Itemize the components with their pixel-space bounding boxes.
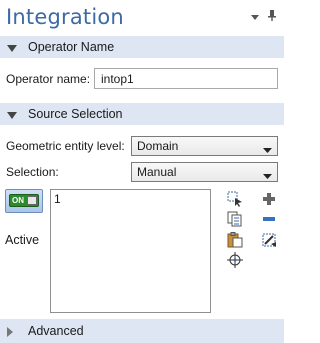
active-toggle[interactable]: ON	[5, 189, 43, 213]
select-box-icon[interactable]	[226, 190, 244, 208]
panel-header: Integration	[0, 0, 284, 36]
clear-selection-icon[interactable]	[260, 231, 278, 249]
list-item[interactable]: 1	[54, 192, 61, 206]
dropdown-arrow-icon[interactable]	[251, 10, 259, 24]
chevron-down-icon	[263, 143, 272, 157]
active-label: Active	[5, 233, 40, 247]
pin-icon[interactable]	[268, 10, 276, 24]
add-icon[interactable]	[260, 190, 278, 208]
entity-level-select[interactable]: Domain	[131, 136, 278, 156]
toggle-knob	[27, 196, 37, 205]
copy-selection-icon[interactable]	[226, 210, 244, 228]
section-label: Advanced	[28, 324, 84, 338]
entity-level-value: Domain	[137, 139, 179, 153]
section-label: Source Selection	[28, 107, 123, 121]
header-controls	[251, 10, 276, 24]
selection-label: Selection:	[6, 165, 59, 179]
operator-name-input[interactable]	[94, 68, 278, 89]
zoom-to-selection-icon[interactable]	[226, 251, 244, 269]
selection-select[interactable]: Manual	[131, 162, 278, 182]
section-advanced[interactable]: Advanced	[0, 319, 284, 343]
entity-level-label: Geometric entity level:	[6, 139, 125, 153]
chevron-down-icon	[7, 42, 17, 56]
section-source-selection[interactable]: Source Selection	[0, 103, 284, 125]
panel-title: Integration	[6, 5, 124, 29]
selection-value: Manual	[137, 165, 177, 179]
toggle-on-indicator: ON	[9, 194, 39, 207]
operator-name-label: Operator name:	[6, 72, 91, 86]
chevron-right-icon	[7, 326, 15, 340]
chevron-down-icon	[263, 169, 272, 183]
selection-list[interactable]: 1	[50, 189, 211, 313]
remove-icon[interactable]	[260, 210, 278, 228]
chevron-down-icon	[7, 109, 17, 123]
section-operator-name[interactable]: Operator Name	[0, 36, 284, 58]
paste-selection-icon[interactable]	[226, 231, 244, 249]
section-label: Operator Name	[28, 40, 115, 54]
